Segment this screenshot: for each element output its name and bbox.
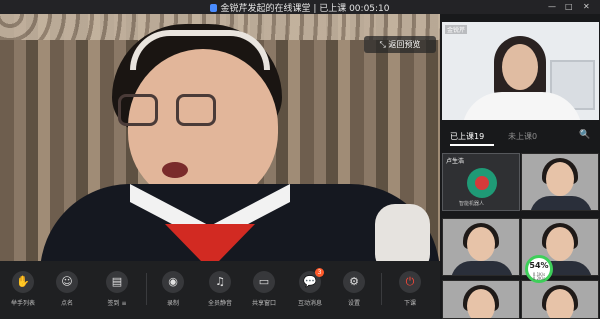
settings-button[interactable]: ⚙ 设置 (334, 271, 374, 307)
participant-tile[interactable] (521, 280, 599, 319)
record-icon: ◉ (162, 271, 184, 293)
glasses-shape (118, 94, 158, 126)
raise-hand-button[interactable]: ✋ 举手列表 (3, 271, 43, 307)
participant-tile[interactable] (521, 153, 599, 211)
person-icon: ☺ (56, 271, 78, 293)
notification-badge: 3 (315, 268, 324, 277)
gear-icon: ⚙ (343, 271, 365, 293)
roll-call-button[interactable]: ☺ 点名 (47, 271, 87, 307)
mute-icon: ♫ (209, 271, 231, 293)
hand-icon: ✋ (12, 271, 34, 293)
avatar (467, 168, 497, 198)
share-window-button[interactable]: ▭ 共享窗口 (244, 271, 284, 307)
close-icon[interactable]: ✕ (583, 2, 590, 11)
screen-icon: ▭ (253, 271, 275, 293)
teacher-video[interactable]: 金锐芹 (442, 22, 599, 120)
lock-icon (210, 4, 218, 12)
search-icon[interactable]: 🔍 (579, 130, 590, 140)
teacher-name: 金锐芹 (445, 25, 468, 34)
main-video[interactable]: ⤡ 返回预览 (0, 14, 440, 261)
title-bar: 金锐芹发起的在线课堂 | 已上课 00:05:10 — □ ✕ (0, 0, 600, 14)
end-class-button[interactable]: ⏻ 下课 (390, 271, 430, 307)
participant-tile[interactable] (442, 218, 520, 276)
window-title-text: 金锐芹发起的在线课堂 | 已上课 00:05:10 (220, 4, 390, 14)
window-title: 金锐芹发起的在线课堂 | 已上课 00:05:10 (0, 1, 600, 14)
student-video-feed (40, 24, 440, 261)
tab-in-class[interactable]: 已上课19 (450, 131, 484, 142)
maximize-icon[interactable]: □ (565, 2, 573, 11)
active-tab-indicator (450, 144, 494, 146)
mute-all-button[interactable]: ♫ 全员静音 (200, 271, 240, 307)
participant-tile[interactable]: 卢生浩 智能机器人 (442, 153, 520, 211)
toolbar-divider (146, 273, 147, 305)
record-button[interactable]: ◉ 录制 (153, 271, 193, 307)
participant-tile[interactable] (442, 280, 520, 319)
tab-not-in-class[interactable]: 未上课0 (508, 131, 537, 142)
chat-button[interactable]: 💬 3 互动消息 (290, 268, 330, 307)
participant-tabs: 已上课19 未上课0 🔍 (442, 128, 599, 146)
power-icon: ⏻ (399, 271, 421, 293)
bottom-toolbar: ✋ 举手列表 ☺ 点名 ▤ 签到 ≡ ◉ 录制 ♫ 全员静音 ▭ 共享窗口 💬 … (0, 261, 440, 319)
minimize-icon[interactable]: — (548, 2, 556, 11)
return-preview-button[interactable]: ⤡ 返回预览 (364, 36, 436, 53)
sign-in-button[interactable]: ▤ 签到 ≡ (97, 271, 137, 307)
clipboard-icon: ▤ (106, 271, 128, 293)
network-speed-meter: 54% 0.1K/s 0.2K/s (525, 255, 553, 283)
toolbar-divider (381, 273, 382, 305)
participant-name: 卢生浩 (446, 158, 465, 165)
